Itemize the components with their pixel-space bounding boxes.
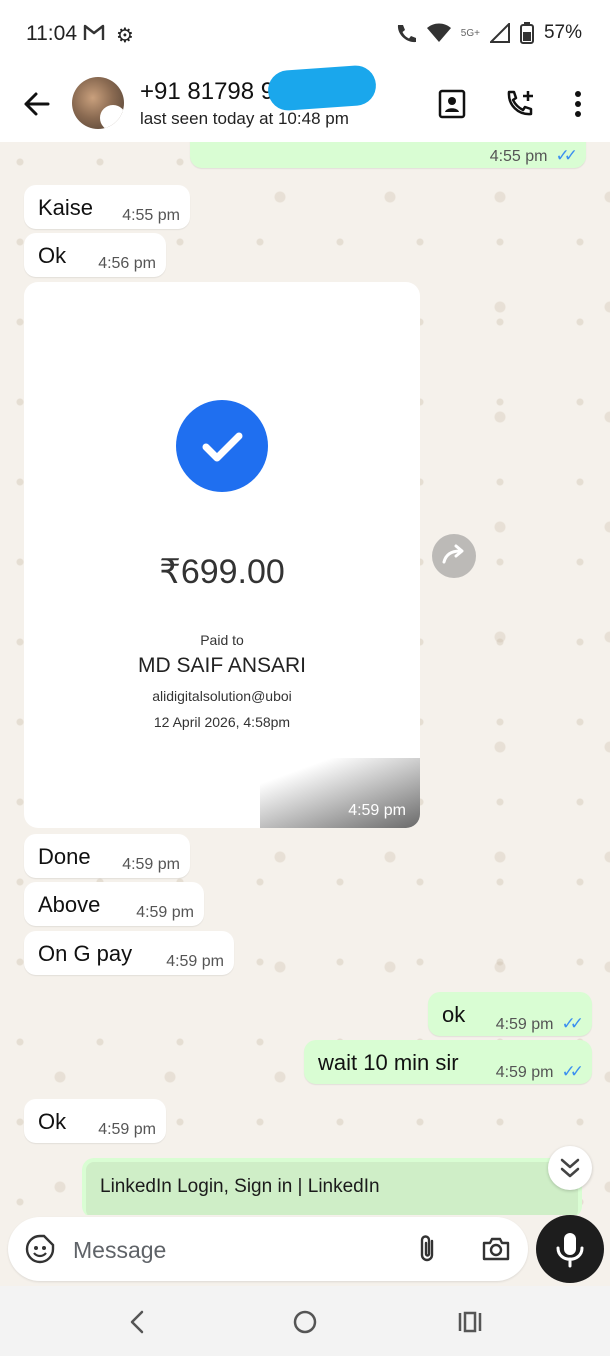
system-navigation-bar [0, 1286, 610, 1356]
voice-message-button[interactable] [536, 1215, 604, 1283]
battery-level: 57% [543, 22, 582, 43]
message-time: 4:59 pm [122, 856, 180, 873]
message-in[interactable]: Ok 4:56 pm [24, 233, 166, 277]
contact-card-icon[interactable] [436, 88, 468, 120]
camera-icon[interactable] [480, 1233, 512, 1265]
message-text: Kaise [38, 195, 94, 220]
wifi-call-icon [397, 25, 416, 43]
contact-name[interactable]: +91 81798 9 [140, 78, 274, 106]
message-out[interactable]: wait 10 min sir 4:59 pm ✓✓ [304, 1040, 592, 1084]
message-time: 4:59 pm [136, 904, 194, 921]
status-time: 11:04 [26, 22, 77, 45]
double-chevron-down-icon [560, 1158, 580, 1178]
add-call-icon[interactable] [504, 88, 536, 120]
payment-check-icon [176, 400, 268, 492]
payee-name: MD SAIF ANSARI [137, 654, 307, 677]
link-preview-message[interactable]: LinkedIn Login, Sign in | LinkedIn [82, 1158, 582, 1215]
paid-to-label: Paid to [200, 632, 244, 648]
nav-back-icon[interactable] [124, 1308, 152, 1336]
battery-icon [519, 22, 534, 44]
message-in[interactable]: On G pay 4:59 pm [24, 931, 234, 975]
message-text: Ok [38, 1109, 67, 1134]
wifi-icon [426, 23, 451, 42]
upi-id: alidigitalsolution@uboi [152, 688, 292, 704]
read-ticks-icon: ✓✓ [561, 1014, 584, 1033]
message-text: Above [38, 892, 101, 917]
message-input[interactable]: Message [73, 1237, 166, 1264]
settings-icon: ⚙ [116, 25, 134, 47]
message-text: Done [38, 844, 91, 869]
link-preview-card[interactable]: LinkedIn Login, Sign in | LinkedIn [86, 1162, 578, 1215]
last-seen: last seen today at 10:48 pm [140, 109, 349, 128]
message-time: 4:55 pm [122, 207, 180, 224]
forward-button[interactable] [432, 534, 476, 578]
message-text: ok [442, 1002, 466, 1027]
message-in[interactable]: Done 4:59 pm [24, 834, 190, 878]
message-time: 4:56 pm [98, 255, 156, 272]
message-time: 4:55 pm [489, 148, 548, 165]
read-ticks-icon: ✓✓ [561, 1062, 584, 1081]
forward-icon [442, 544, 464, 564]
message-text: wait 10 min sir [318, 1050, 459, 1075]
message-composer[interactable]: Message [8, 1217, 528, 1281]
status-icons: 5G+ 57% [395, 22, 582, 44]
chat-header: +91 81798 9 last seen today at 10:48 pm [0, 64, 610, 142]
message-time: 4:59 pm [98, 1121, 156, 1138]
payment-amount: ₹699.00 [159, 553, 285, 591]
message-time: 4:59 pm [495, 1016, 554, 1033]
message-time: 4:59 pm [495, 1064, 554, 1081]
message-text: Ok [38, 243, 67, 268]
status-bar: 11:04 ⚙ 5G+ 57% [0, 0, 610, 66]
message-in[interactable]: Above 4:59 pm [24, 882, 204, 926]
network-type: 5G+ [460, 27, 480, 39]
attach-icon[interactable] [412, 1233, 444, 1265]
gmail-icon [83, 24, 105, 40]
message-out[interactable]: 4:55 pm ✓✓ [190, 142, 586, 168]
nav-recents-icon[interactable] [456, 1308, 484, 1336]
link-preview-title: LinkedIn Login, Sign in | LinkedIn [100, 1176, 380, 1197]
microphone-icon [556, 1233, 584, 1268]
chat-area[interactable]: 4:55 pm ✓✓ Kaise 4:55 pm Ok 4:56 pm ₹699.… [0, 142, 610, 1215]
signal-icon [489, 23, 510, 43]
redaction-mark [266, 64, 378, 112]
nav-home-icon[interactable] [291, 1308, 319, 1336]
sticker-icon[interactable] [24, 1233, 56, 1265]
payment-date: 12 April 2026, 4:58pm [153, 714, 291, 730]
message-time: 4:59 pm [166, 953, 224, 970]
message-in[interactable]: Ok 4:59 pm [24, 1099, 166, 1143]
message-text: On G pay [38, 941, 133, 966]
message-out[interactable]: ok 4:59 pm ✓✓ [428, 992, 592, 1036]
more-vert-icon[interactable] [562, 88, 594, 120]
timer-badge-icon [100, 105, 124, 129]
scroll-to-bottom-button[interactable] [548, 1146, 592, 1190]
back-arrow-icon[interactable] [18, 86, 54, 122]
contact-avatar[interactable] [72, 77, 124, 129]
read-ticks-icon: ✓✓ [555, 146, 578, 165]
message-time: 4:59 pm [348, 802, 406, 819]
payment-screenshot[interactable]: ₹699.00 Paid to MD SAIF ANSARI alidigita… [24, 282, 420, 828]
message-in[interactable]: Kaise 4:55 pm [24, 185, 190, 229]
